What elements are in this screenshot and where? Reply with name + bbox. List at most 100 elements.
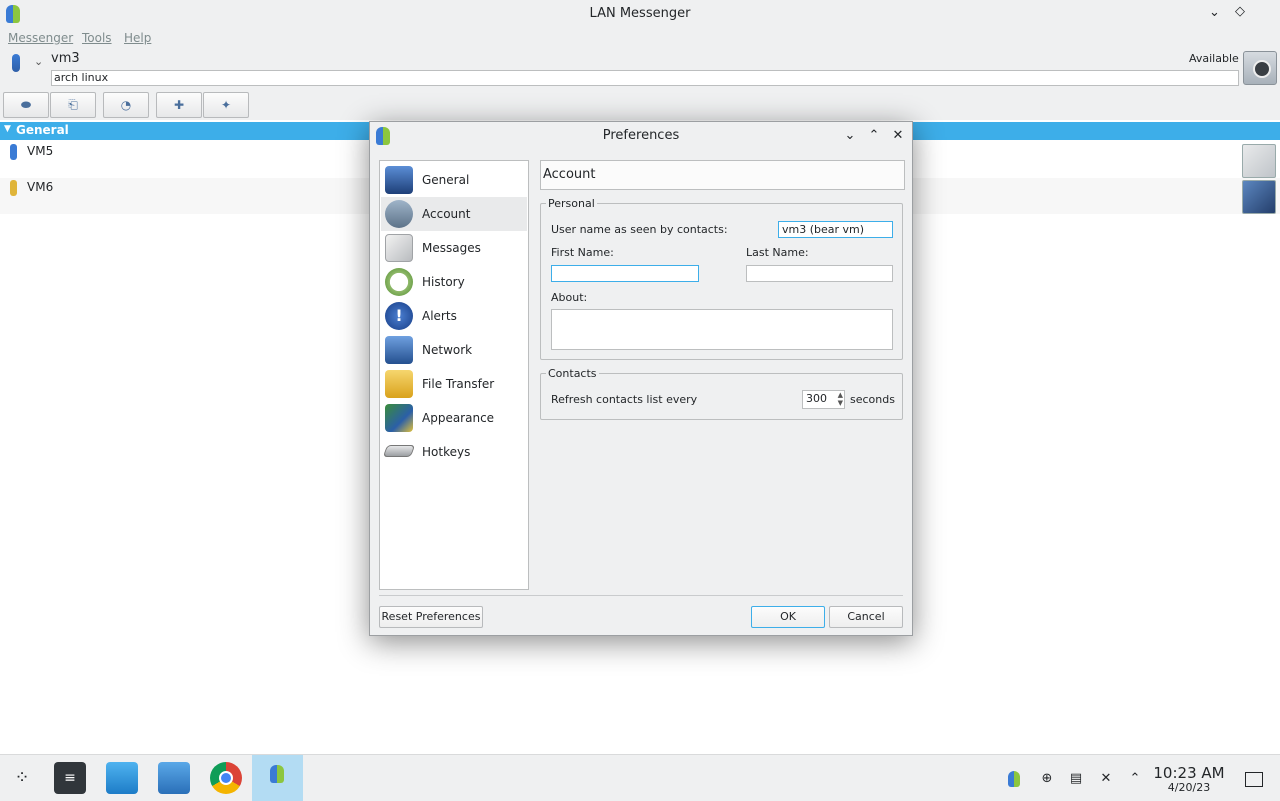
nav-item-file-transfer[interactable]: File Transfer	[381, 367, 527, 401]
monitor-icon	[385, 166, 413, 194]
first-name-field[interactable]	[551, 265, 699, 282]
keyboard-icon	[382, 445, 416, 457]
person-icon	[10, 144, 17, 160]
main-titlebar: LAN Messenger ⌄ ◇	[0, 0, 1280, 28]
about-field[interactable]	[551, 309, 893, 350]
volume-muted-icon[interactable]: ✕	[1098, 771, 1114, 787]
public-chat-button[interactable]: ◔	[103, 92, 149, 118]
status-person-icon[interactable]	[12, 54, 20, 72]
nav-item-general[interactable]: General	[381, 163, 527, 197]
about-label: About:	[551, 291, 588, 304]
nav-item-account[interactable]: Account	[381, 197, 527, 231]
personal-legend: Personal	[548, 197, 595, 210]
toolbar: ⬬ ⎗ ◔ ✚ ✦	[0, 90, 1280, 120]
discover-store-icon[interactable]	[106, 762, 138, 794]
nav-label: General	[422, 173, 470, 187]
chrome-icon[interactable]	[210, 762, 242, 794]
manage-group-icon: ✦	[220, 98, 232, 112]
app-launcher-icon[interactable]: ⁘	[6, 762, 38, 794]
taskbar: ⁘ ≡ ⊕ ▤ ✕ ⌃ 10:23 AM 4/20/23	[0, 754, 1280, 801]
add-group-button[interactable]: ✚	[156, 92, 202, 118]
chat-room-button[interactable]: ⎗	[50, 92, 96, 118]
network-icon	[385, 336, 413, 364]
users-icon	[385, 200, 413, 228]
manage-group-button[interactable]: ✦	[203, 92, 249, 118]
file-manager-icon[interactable]	[158, 762, 190, 794]
last-name-field[interactable]	[746, 265, 893, 282]
close-icon[interactable]: ✕	[889, 127, 907, 145]
show-desktop-icon[interactable]	[1245, 772, 1263, 787]
nav-label: Network	[422, 343, 473, 357]
nav-label: File Transfer	[422, 377, 495, 391]
nav-label: Alerts	[422, 309, 457, 323]
maximize-icon[interactable]: ⌃	[865, 127, 883, 145]
status-dropdown-icon[interactable]: ⌄	[34, 55, 43, 68]
refresh-unit: seconds	[850, 393, 895, 406]
minimize-icon[interactable]: ⌄	[841, 127, 859, 145]
update-icon[interactable]: ⊕	[1039, 771, 1055, 787]
menu-bar: Messenger Tools Help	[0, 28, 1280, 48]
nav-item-alerts[interactable]: ! Alerts	[381, 299, 527, 333]
envelope-icon	[385, 234, 413, 262]
contact-name: VM5	[27, 144, 54, 158]
preferences-nav-list: General Account Messages History ! Alert…	[379, 160, 529, 590]
ok-button[interactable]: OK	[751, 606, 825, 628]
rss-icon: ◔	[120, 98, 132, 112]
username-field[interactable]	[778, 221, 893, 238]
menu-messenger[interactable]: Messenger	[8, 31, 73, 45]
broadcast-button[interactable]: ⬬	[3, 92, 49, 118]
chat-room-icon: ⎗	[68, 97, 78, 112]
cancel-button[interactable]: Cancel	[829, 606, 903, 628]
preferences-dialog: Preferences ⌄ ⌃ ✕ General Account Messag…	[369, 121, 913, 636]
contact-name: VM6	[27, 180, 54, 194]
webcam-icon[interactable]	[1243, 51, 1277, 85]
nav-item-appearance[interactable]: Appearance	[381, 401, 527, 435]
system-settings-icon[interactable]: ≡	[54, 762, 86, 794]
clock-time[interactable]: 10:23 AM	[1149, 765, 1229, 782]
nav-label: Appearance	[422, 411, 495, 425]
refresh-label: Refresh contacts list every	[551, 393, 698, 406]
lan-messenger-tray-icon[interactable]	[1008, 771, 1024, 787]
nav-item-network[interactable]: Network	[381, 333, 527, 367]
alert-icon: !	[385, 302, 413, 330]
menu-tools[interactable]: Tools	[82, 31, 112, 45]
nav-label: Messages	[422, 241, 481, 255]
window-title: LAN Messenger	[589, 6, 691, 21]
contact-avatar	[1242, 180, 1276, 214]
group-name: General	[16, 123, 69, 137]
nav-label: History	[422, 275, 465, 289]
broadcast-icon: ⬬	[20, 97, 32, 112]
refresh-interval-value: 300	[806, 392, 827, 405]
clock-date[interactable]: 4/20/23	[1149, 781, 1229, 794]
refresh-interval-spinbox[interactable]: 300 ▲ ▼	[802, 390, 845, 409]
username-label: User name as seen by contacts:	[551, 223, 728, 236]
menu-help[interactable]: Help	[124, 31, 151, 45]
clock-icon	[385, 268, 413, 296]
appearance-icon	[385, 404, 413, 432]
app-icon	[270, 765, 284, 783]
dialog-titlebar: Preferences ⌄ ⌃ ✕	[370, 122, 912, 150]
keep-above-icon[interactable]: ◇	[1235, 4, 1245, 19]
expand-arrow-icon[interactable]: ▼	[4, 124, 11, 134]
lan-messenger-task[interactable]	[252, 755, 303, 801]
contact-avatar	[1242, 144, 1276, 178]
contacts-legend: Contacts	[548, 367, 597, 380]
nav-label: Hotkeys	[422, 445, 471, 459]
user-name: vm3	[51, 51, 80, 66]
section-header: Account	[540, 160, 905, 190]
divider	[379, 595, 903, 596]
first-name-label: First Name:	[551, 246, 614, 259]
nav-item-hotkeys[interactable]: Hotkeys	[381, 435, 527, 469]
nav-item-history[interactable]: History	[381, 265, 527, 299]
folder-icon	[385, 370, 413, 398]
spin-up-down-icon[interactable]: ▲ ▼	[838, 391, 843, 407]
user-status: Available	[1189, 52, 1239, 65]
minimize-icon[interactable]: ⌄	[1209, 5, 1220, 20]
reset-preferences-button[interactable]: Reset Preferences	[379, 606, 483, 628]
clipboard-icon[interactable]: ▤	[1068, 771, 1084, 787]
last-name-label: Last Name:	[746, 246, 809, 259]
note-input[interactable]: arch linux	[51, 70, 1239, 86]
show-hidden-icon[interactable]: ⌃	[1127, 771, 1143, 787]
nav-item-messages[interactable]: Messages	[381, 231, 527, 265]
nav-label: Account	[422, 207, 471, 221]
